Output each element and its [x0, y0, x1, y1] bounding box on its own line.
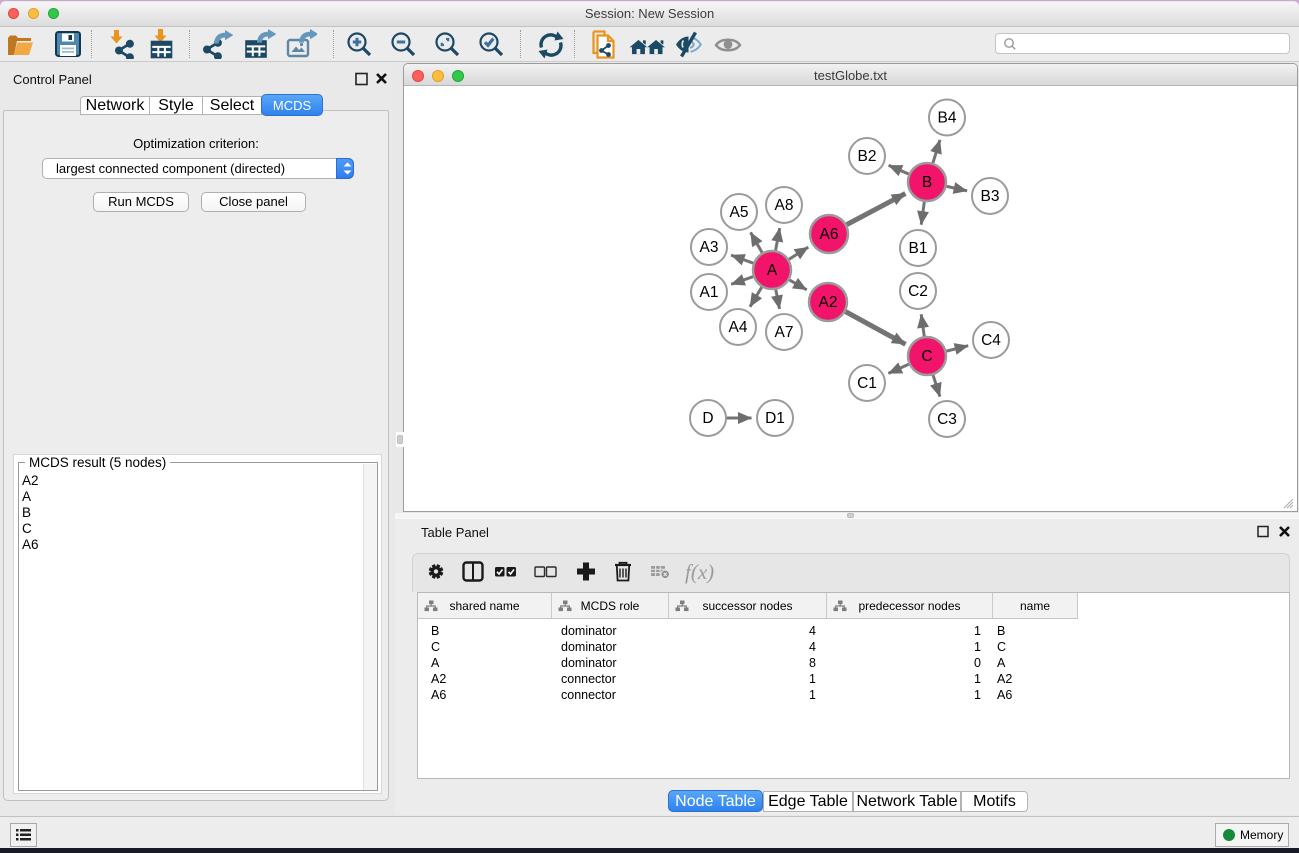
svg-text:B2: B2 [858, 148, 877, 165]
svg-text:A7: A7 [775, 324, 794, 341]
svg-text:C1: C1 [857, 375, 877, 392]
svg-text:A8: A8 [775, 197, 794, 214]
svg-text:B: B [922, 174, 932, 191]
svg-text:C3: C3 [937, 411, 957, 428]
svg-text:C: C [921, 348, 932, 365]
svg-text:A4: A4 [729, 319, 748, 336]
svg-text:B3: B3 [981, 188, 1000, 205]
svg-text:A2: A2 [819, 294, 838, 311]
svg-text:C2: C2 [908, 283, 928, 300]
svg-text:B1: B1 [909, 240, 928, 257]
svg-text:A3: A3 [700, 239, 719, 256]
svg-text:A6: A6 [820, 226, 839, 243]
svg-text:D1: D1 [765, 410, 785, 427]
svg-text:D: D [702, 410, 713, 427]
svg-text:A5: A5 [730, 204, 749, 221]
svg-text:B4: B4 [938, 110, 957, 127]
svg-text:A: A [767, 262, 778, 279]
svg-text:f(x): f(x) [685, 560, 714, 584]
svg-text:C4: C4 [981, 332, 1001, 349]
svg-text:A1: A1 [700, 284, 719, 301]
